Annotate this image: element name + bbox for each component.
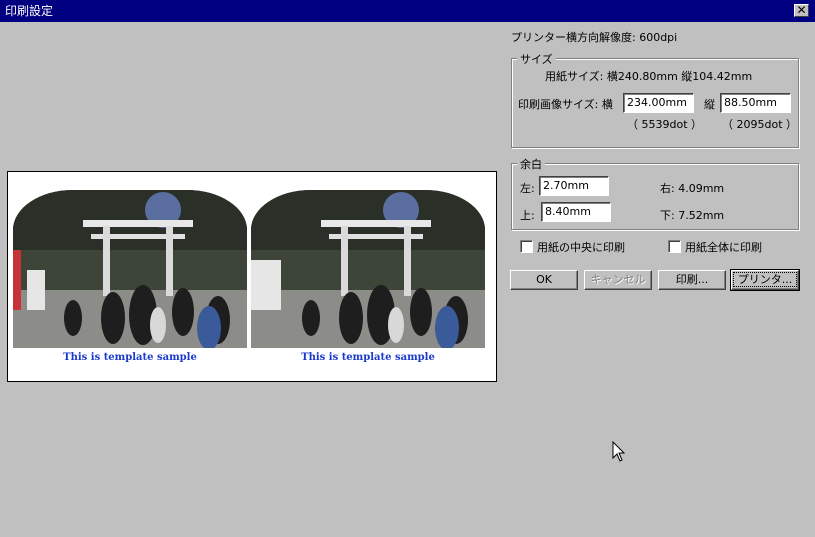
right-margin-text: 右: 4.09mm bbox=[660, 182, 725, 195]
fill-paper-checkbox[interactable] bbox=[668, 240, 681, 253]
ok-button-label: OK bbox=[536, 273, 552, 286]
top-margin-label: 上: bbox=[520, 209, 535, 222]
print-button[interactable]: 印刷... bbox=[658, 270, 726, 290]
margin-group-legend: 余白 bbox=[517, 156, 545, 172]
preview-caption-left: This is template sample bbox=[63, 352, 197, 363]
preview-caption-right: This is template sample bbox=[301, 352, 435, 363]
image-size-label: 印刷画像サイズ: 横 bbox=[518, 98, 613, 111]
preview-photo-right bbox=[251, 190, 485, 348]
preview-photo-left bbox=[13, 190, 247, 348]
fill-paper-label[interactable]: 用紙全体に印刷 bbox=[685, 239, 762, 255]
width-dots-text: （ 5539dot ） bbox=[627, 118, 703, 131]
image-height-input[interactable]: 88.50mm bbox=[720, 93, 791, 113]
cancel-button-label: キャンセル bbox=[590, 273, 646, 286]
print-preview: This is template sample This is template… bbox=[7, 171, 497, 382]
image-width-input[interactable]: 234.00mm bbox=[623, 93, 694, 113]
shrine-photo bbox=[13, 190, 247, 348]
height-label: 縦 bbox=[704, 98, 715, 111]
print-settings-dialog: 印刷設定 ✕ This is template sample This is t… bbox=[0, 0, 815, 537]
printer-button[interactable]: プリンタ... bbox=[730, 269, 800, 291]
printer-button-label: プリンタ... bbox=[732, 272, 798, 287]
top-margin-input[interactable]: 8.40mm bbox=[541, 202, 611, 222]
height-dots-text: （ 2095dot ） bbox=[722, 118, 798, 131]
window-title: 印刷設定 bbox=[5, 4, 54, 18]
shrine-photo bbox=[251, 190, 485, 348]
left-margin-label: 左: bbox=[520, 182, 535, 195]
title-bar[interactable]: 印刷設定 ✕ bbox=[0, 0, 815, 22]
mouse-cursor-icon bbox=[612, 441, 626, 462]
print-button-label: 印刷... bbox=[675, 273, 709, 286]
ok-button[interactable]: OK bbox=[510, 270, 578, 290]
close-button[interactable]: ✕ bbox=[794, 4, 809, 17]
bottom-margin-text: 下: 7.52mm bbox=[660, 209, 725, 222]
close-icon: ✕ bbox=[796, 3, 807, 17]
left-margin-input[interactable]: 2.70mm bbox=[539, 176, 609, 196]
cancel-button[interactable]: キャンセル bbox=[584, 270, 652, 290]
paper-size-text: 用紙サイズ: 横240.80mm 縦104.42mm bbox=[545, 70, 753, 83]
center-print-label[interactable]: 用紙の中央に印刷 bbox=[537, 239, 625, 255]
size-group-legend: サイズ bbox=[517, 51, 556, 67]
resolution-label: プリンター横方向解像度: 600dpi bbox=[511, 31, 678, 44]
center-print-checkbox[interactable] bbox=[520, 240, 533, 253]
